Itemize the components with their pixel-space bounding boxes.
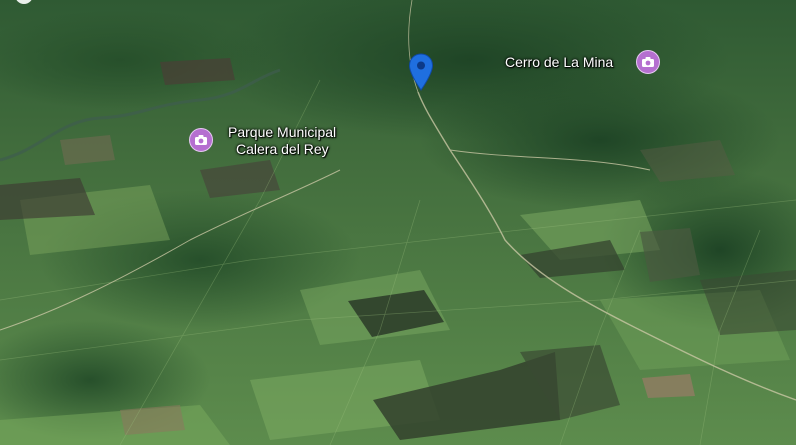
compass-icon[interactable] xyxy=(13,0,35,6)
poi-cerro-camera-icon[interactable] xyxy=(636,50,660,74)
poi-parque-label-line2: Calera del Rey xyxy=(236,141,329,157)
camera-icon xyxy=(195,135,207,145)
poi-parque-label[interactable]: Parque Municipal Calera del Rey xyxy=(228,124,336,158)
satellite-terrain[interactable] xyxy=(0,0,796,445)
poi-parque-camera-icon[interactable] xyxy=(189,128,213,152)
poi-cerro-label[interactable]: Cerro de La Mina xyxy=(505,54,613,71)
location-pin-icon[interactable] xyxy=(408,53,434,91)
poi-cerro-label-text: Cerro de La Mina xyxy=(505,54,614,70)
poi-parque-label-line1: Parque Municipal xyxy=(228,124,337,140)
map-view[interactable]: Cerro de La Mina Parque Municipal Calera… xyxy=(0,0,796,445)
camera-icon xyxy=(642,57,654,67)
